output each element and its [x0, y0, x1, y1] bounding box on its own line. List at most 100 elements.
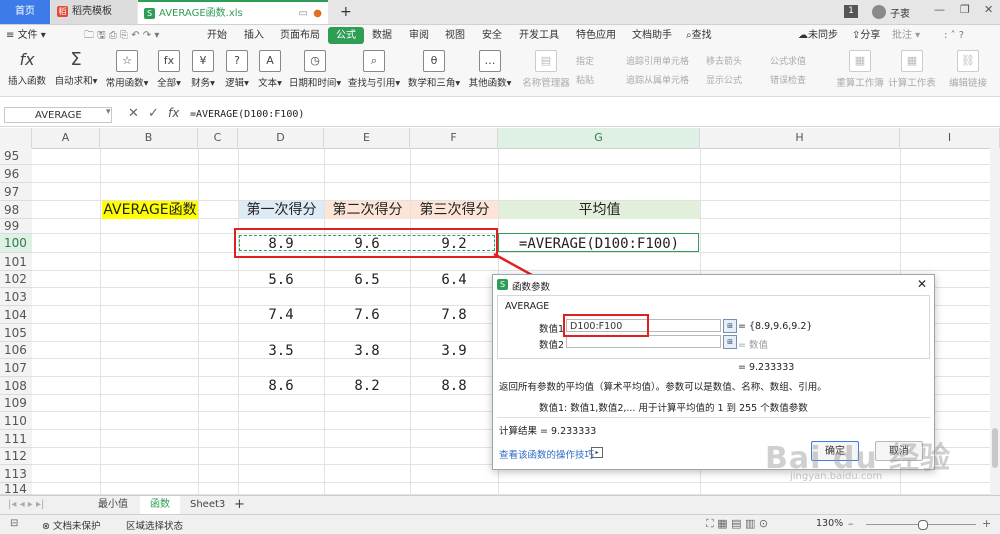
cell-d108[interactable]: 8.6 [238, 377, 324, 395]
trace-precedents-button[interactable]: 追踪引用单元格 [626, 54, 689, 67]
arg2-collapse-icon[interactable]: ⊞ [723, 335, 737, 349]
confirm-check-icon[interactable]: ✓ [148, 106, 159, 121]
page-count-badge[interactable]: 1 [844, 5, 858, 18]
cell-f108[interactable]: 8.8 [410, 377, 498, 395]
home-tab[interactable]: 首页 [0, 0, 50, 24]
sheet-tab-sheet3[interactable]: Sheet3 [190, 496, 225, 514]
insert-function-button[interactable]: fx 插入函数 [6, 50, 48, 87]
cell-f106[interactable]: 3.9 [410, 342, 498, 360]
sheet-tab-functions[interactable]: 函数 [140, 496, 180, 516]
col-header-i[interactable]: I [900, 128, 1000, 148]
row-header[interactable]: 105 [0, 324, 32, 342]
user-name[interactable]: 子衷 [890, 5, 910, 20]
cell-d104[interactable]: 7.4 [238, 306, 324, 324]
row-header[interactable]: 113 [0, 465, 32, 483]
recalc-workbook-button[interactable]: ▦ 重算工作簿 [836, 50, 884, 89]
name-box[interactable]: AVERAGE [4, 107, 112, 123]
remove-arrows-button[interactable]: 移去箭头 [706, 54, 742, 67]
zoom-out-icon[interactable]: – [848, 517, 854, 530]
row-header[interactable]: 95 [0, 148, 32, 165]
evaluate-formula-button[interactable]: 公式求值 [770, 54, 806, 67]
other-functions-button[interactable]: … 其他函数▾ [465, 50, 515, 89]
cell-f104[interactable]: 7.8 [410, 306, 498, 324]
name-box-dropdown-icon[interactable]: ▾ [106, 107, 111, 117]
row-header[interactable]: 109 [0, 395, 32, 412]
menu-review[interactable]: 审阅 [409, 25, 429, 46]
menu-formulas[interactable]: 公式 [328, 27, 364, 44]
menu-page-layout[interactable]: 页面布局 [280, 25, 320, 46]
menu-search[interactable]: ⌕查找 [686, 25, 712, 46]
specify-button[interactable]: 指定 [576, 54, 594, 67]
add-sheet-button[interactable]: + [234, 496, 245, 514]
row-header[interactable]: 103 [0, 288, 32, 306]
row-header[interactable]: 98 [0, 201, 32, 219]
docer-template-tab[interactable]: 稻稻壳模板 [51, 0, 137, 24]
common-functions-button[interactable]: ☆ 常用函数▾ [104, 50, 150, 89]
paste-name-button[interactable]: 粘贴 [576, 73, 594, 86]
restore-icon[interactable]: ❐ [960, 3, 970, 16]
row-header[interactable]: 104 [0, 306, 32, 324]
zoom-in-icon[interactable]: + [982, 517, 991, 530]
col-header-f[interactable]: F [410, 128, 498, 148]
cancel-x-icon[interactable]: ✕ [128, 106, 139, 121]
row-header[interactable]: 112 [0, 448, 32, 465]
row-header[interactable]: 100 [0, 234, 32, 253]
menu-features[interactable]: 特色应用 [576, 25, 616, 46]
math-trig-button[interactable]: θ 数学和三角▾ [406, 50, 462, 89]
row-header[interactable]: 114 [0, 483, 32, 495]
comment-button[interactable]: 批注 ▾ [892, 25, 920, 46]
sync-status[interactable]: ☁未同步 [798, 25, 838, 46]
sheet-nav-arrows[interactable]: |◂ ◂ ▸ ▸| [8, 496, 44, 514]
text-functions-button[interactable]: A 文本▾ [255, 50, 285, 89]
cell-e106[interactable]: 3.8 [324, 342, 410, 360]
col-header-b[interactable]: B [100, 128, 198, 148]
cell-e104[interactable]: 7.6 [324, 306, 410, 324]
document-tab[interactable]: S AVERAGE函数.xls ▭ ● [138, 0, 328, 24]
menu-view[interactable]: 视图 [445, 25, 465, 46]
cell-e108[interactable]: 8.2 [324, 377, 410, 395]
row-header[interactable]: 108 [0, 377, 32, 395]
ribbon-options-icons[interactable]: : ˄ ? [944, 25, 964, 46]
error-check-button[interactable]: 错误检查 [770, 73, 806, 86]
all-functions-button[interactable]: fx 全部▾ [154, 50, 184, 89]
financial-button[interactable]: ¥ 财务▾ [188, 50, 218, 89]
date-time-button[interactable]: ◷ 日期和时间▾ [288, 50, 342, 89]
header-average[interactable]: 平均值 [499, 201, 700, 219]
menu-insert[interactable]: 插入 [244, 25, 264, 46]
cell-e102[interactable]: 6.5 [324, 271, 410, 289]
avatar[interactable] [872, 5, 886, 19]
row-header[interactable]: 111 [0, 430, 32, 448]
row-header[interactable]: 96 [0, 165, 32, 183]
quick-access-icons[interactable]: 🗀 🖫 ⎙ ⎘ ↶ ↷ ▾ [84, 25, 159, 46]
show-formulas-button[interactable]: 显示公式 [706, 73, 742, 86]
dialog-close-icon[interactable]: ✕ [917, 277, 927, 291]
row-header[interactable]: 97 [0, 183, 32, 201]
autosum-button[interactable]: Σ 自动求和▾ [52, 50, 100, 88]
arg1-collapse-icon[interactable]: ⊞ [723, 319, 737, 333]
name-manager-button[interactable]: ▤ 名称管理器 [522, 50, 570, 89]
select-all-corner[interactable] [0, 128, 32, 148]
row-header[interactable]: 101 [0, 253, 32, 271]
menu-developer[interactable]: 开发工具 [519, 25, 559, 46]
col-header-g[interactable]: G [498, 128, 700, 148]
new-tab-button[interactable]: + [334, 0, 354, 24]
fx-button[interactable]: fx [168, 106, 179, 120]
calc-sheet-button[interactable]: ▦ 计算工作表 [888, 50, 936, 89]
protect-status[interactable]: ⊗ 文档未保护 [42, 518, 101, 532]
logical-button[interactable]: ? 逻辑▾ [222, 50, 252, 89]
close-icon[interactable]: ✕ [984, 3, 993, 16]
cell-b98-label[interactable]: AVERAGE函数 [102, 201, 198, 219]
row-header[interactable]: 106 [0, 342, 32, 359]
header-first-score[interactable]: 第一次得分 [239, 201, 324, 219]
vertical-scroll-thumb[interactable] [992, 428, 998, 468]
video-icon[interactable]: ▸ [591, 447, 603, 458]
view-mode-icons[interactable]: ⛶ ▦ ▤ ▥ ⊙ [706, 517, 768, 531]
col-header-h[interactable]: H [700, 128, 900, 148]
formula-input[interactable]: =AVERAGE(D100:F100) [190, 107, 990, 123]
col-header-d[interactable]: D [238, 128, 324, 148]
share-button[interactable]: ⇪分享 [852, 25, 880, 46]
minimize-icon[interactable]: — [934, 3, 945, 16]
menu-doc-assistant[interactable]: 文档助手 [632, 25, 672, 46]
menu-home[interactable]: 开始 [207, 25, 227, 46]
col-header-c[interactable]: C [198, 128, 238, 148]
